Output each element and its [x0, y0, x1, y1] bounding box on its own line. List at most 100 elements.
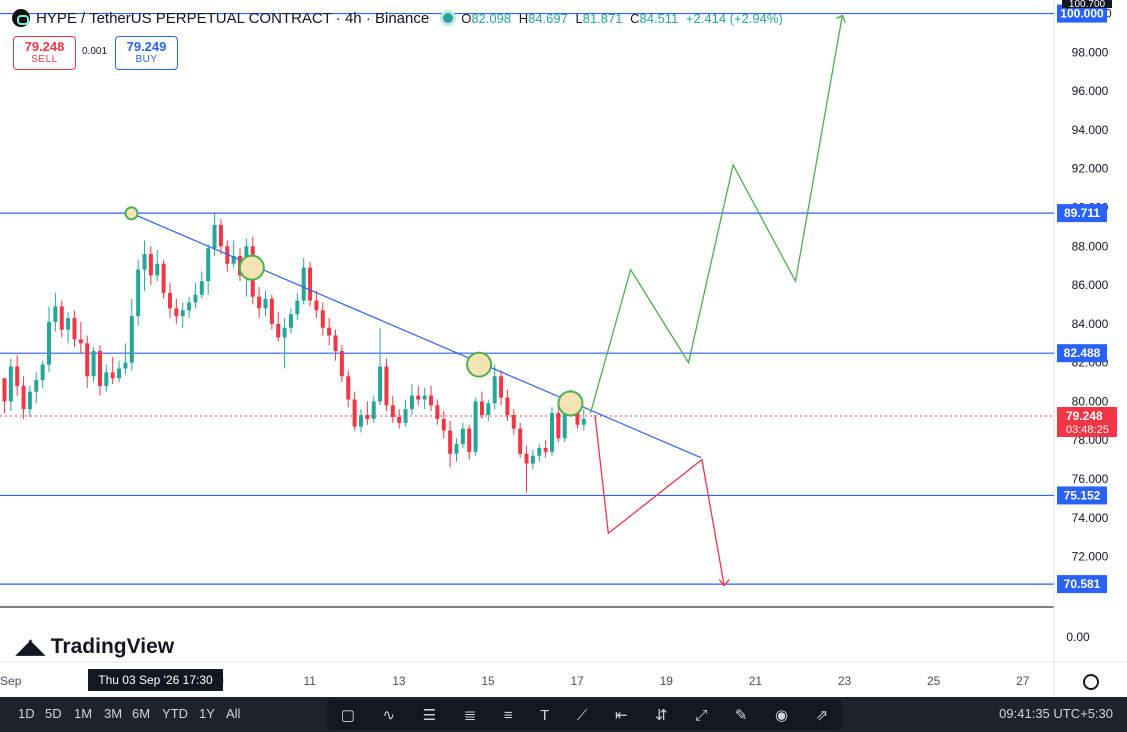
candle-body: [282, 327, 287, 338]
chart-frame: [0, 0, 1127, 697]
time-tick-label: 21: [749, 674, 763, 688]
trendline-tool-icon[interactable]: ⟋: [577, 707, 588, 724]
candle-body: [161, 263, 166, 293]
candle-body: [97, 351, 102, 386]
price-chart[interactable]: 72.00074.00076.00078.00080.00082.00084.0…: [0, 0, 1127, 732]
candle-body: [288, 314, 293, 328]
candle-body: [8, 366, 13, 402]
candle-body: [390, 405, 395, 417]
time-tick-label: 13: [392, 674, 406, 688]
rectangle-tool-icon[interactable]: ▢: [341, 706, 355, 724]
time-tick-label: Sep: [0, 674, 22, 688]
gann-tool-icon[interactable]: ≣: [464, 706, 477, 724]
time-tick-label: 23: [838, 674, 852, 688]
drawing-tools-overlay[interactable]: [124, 14, 846, 587]
candle-body: [320, 310, 325, 328]
level-price-label: 75.152: [1064, 488, 1101, 502]
countdown-label: 03:48:25: [1066, 424, 1109, 436]
candle-body: [53, 306, 58, 322]
high-value: 84.697: [528, 10, 568, 26]
candle-body: [85, 343, 90, 377]
arrow-tool-icon[interactable]: ⇗: [816, 706, 829, 724]
candle-body: [27, 391, 32, 410]
candle-body: [104, 372, 109, 386]
candle-body: [91, 351, 96, 377]
timeframe-button-ytd[interactable]: YTD: [162, 706, 188, 721]
chart-settings-icon[interactable]: [1083, 674, 1099, 690]
symbol-title[interactable]: HYPE / TetherUS PERPETUAL CONTRACT · 4h …: [36, 10, 429, 27]
candle-body: [193, 294, 198, 303]
timeframe-button-all[interactable]: All: [226, 706, 240, 721]
brand-name: TradingView: [50, 634, 175, 658]
timeframe-button-6m[interactable]: 6M: [132, 706, 150, 721]
candle-body: [448, 430, 453, 454]
candle-body: [269, 298, 274, 324]
price-tick-label: 74.000: [1072, 511, 1109, 525]
sell-price: 79.248: [24, 39, 65, 54]
crosshair-date-label: Thu 03 Sep '26 17:30: [88, 669, 223, 691]
candle-body: [365, 415, 370, 419]
candle-body: [409, 395, 414, 410]
candle-body: [549, 413, 554, 452]
candle-body: [218, 224, 223, 247]
eye-icon[interactable]: ◉: [775, 706, 788, 724]
candle-body: [581, 418, 586, 425]
candle-body: [148, 254, 153, 276]
timeframe-button-1m[interactable]: 1M: [74, 706, 92, 721]
candle-body: [155, 263, 160, 276]
candle-body: [40, 364, 45, 381]
ohlc-readout: O82.098 H84.697 L81.871 C84.511 +2.414 (…: [461, 10, 783, 26]
tradingview-logo[interactable]: ◢◣ TradingView: [16, 634, 174, 659]
timeframe-button-3m[interactable]: 3M: [104, 706, 122, 721]
candle-body: [352, 399, 357, 427]
channel-tool-icon[interactable]: ≡: [504, 707, 513, 724]
pattern-tool-icon[interactable]: ∿: [383, 706, 396, 724]
price-tick-label: 80.000: [1072, 394, 1109, 408]
price-tick-label: 86.000: [1072, 278, 1109, 292]
candle-body: [117, 368, 122, 379]
arrow-marker-tool-icon[interactable]: ⇤: [615, 706, 628, 724]
candle-body: [212, 224, 217, 249]
buy-button[interactable]: 79.249 BUY: [115, 36, 178, 70]
candle-body: [346, 376, 351, 400]
candle-body: [371, 401, 376, 419]
sell-label: SELL: [31, 54, 58, 65]
price-tick-label: 88.000: [1072, 239, 1109, 253]
candle-body: [422, 395, 427, 400]
hype-coin-icon: [12, 9, 30, 27]
sell-button[interactable]: 79.248 SELL: [13, 36, 76, 70]
candle-body: [314, 300, 319, 311]
candle-body: [66, 318, 71, 330]
market-status-icon: [443, 13, 454, 23]
open-value: 82.098: [471, 10, 512, 26]
measure-tool-icon[interactable]: ⤢: [695, 707, 707, 724]
candle-body: [123, 362, 128, 369]
price-tick-label: 94.000: [1072, 123, 1109, 137]
buy-label: BUY: [135, 54, 158, 65]
candle-body: [72, 318, 77, 340]
fib-tool-icon[interactable]: ☰: [423, 706, 436, 724]
brush-tool-icon[interactable]: ✎: [735, 706, 748, 724]
timeframe-button-5d[interactable]: 5D: [45, 706, 62, 721]
current-price-label: 79.248: [1066, 409, 1103, 423]
support-resistance-levels: [0, 12, 1054, 585]
price-axis: 72.00074.00076.00078.00080.00082.00084.0…: [1057, 0, 1117, 644]
touch-point-circle: [124, 206, 139, 221]
timeframe-button-1d[interactable]: 1D: [18, 706, 35, 721]
candle-body: [429, 395, 434, 406]
candle-body: [199, 281, 204, 295]
candle-body: [180, 310, 185, 317]
candle-body: [301, 267, 306, 301]
candle-body: [384, 366, 389, 406]
candle-body: [110, 372, 115, 379]
price-tick-label: 76.000: [1072, 472, 1109, 486]
time-tick-label: 17: [570, 674, 584, 688]
long-position-tool-icon[interactable]: ⇵: [655, 706, 668, 724]
text-tool-icon[interactable]: T: [540, 707, 549, 724]
candle-body: [460, 428, 465, 445]
candle-body: [142, 254, 147, 270]
candle-body: [34, 380, 39, 392]
spread-value: 0.001: [82, 46, 108, 57]
timeframe-button-1y[interactable]: 1Y: [199, 706, 215, 721]
candle-body: [473, 401, 478, 452]
